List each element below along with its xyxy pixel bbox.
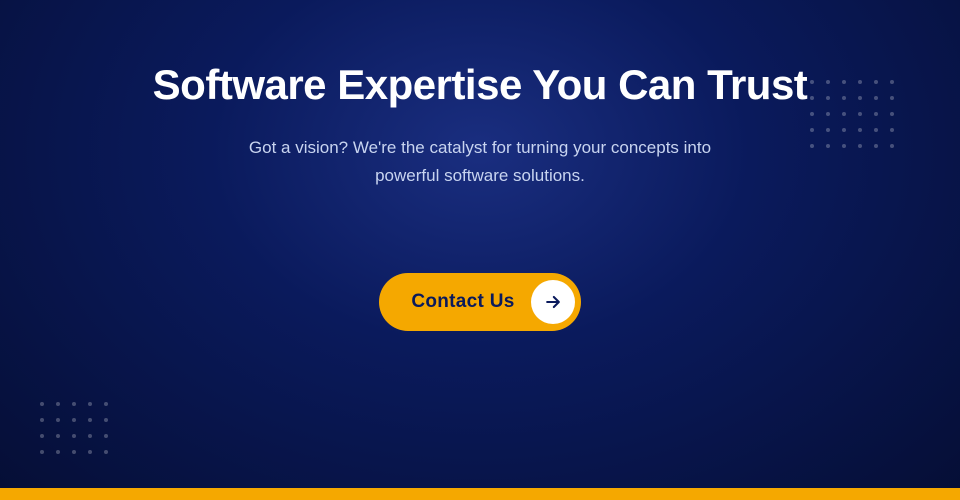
gold-bottom-bar — [0, 488, 960, 500]
dots-decoration-bottom-left — [40, 402, 114, 460]
hero-content: Software Expertise You Can Trust Got a v… — [153, 60, 808, 331]
contact-button-label: Contact Us — [411, 291, 514, 313]
contact-us-button[interactable]: Contact Us — [379, 273, 580, 331]
dots-decoration-top-right — [810, 80, 900, 154]
arrow-right-icon — [543, 292, 563, 312]
hero-subtitle: Got a vision? We're the catalyst for tur… — [220, 134, 740, 188]
hero-title: Software Expertise You Can Trust — [153, 60, 808, 110]
arrow-circle — [531, 280, 575, 324]
cta-area: Contact Us — [379, 273, 580, 331]
hero-section: Software Expertise You Can Trust Got a v… — [0, 0, 960, 500]
